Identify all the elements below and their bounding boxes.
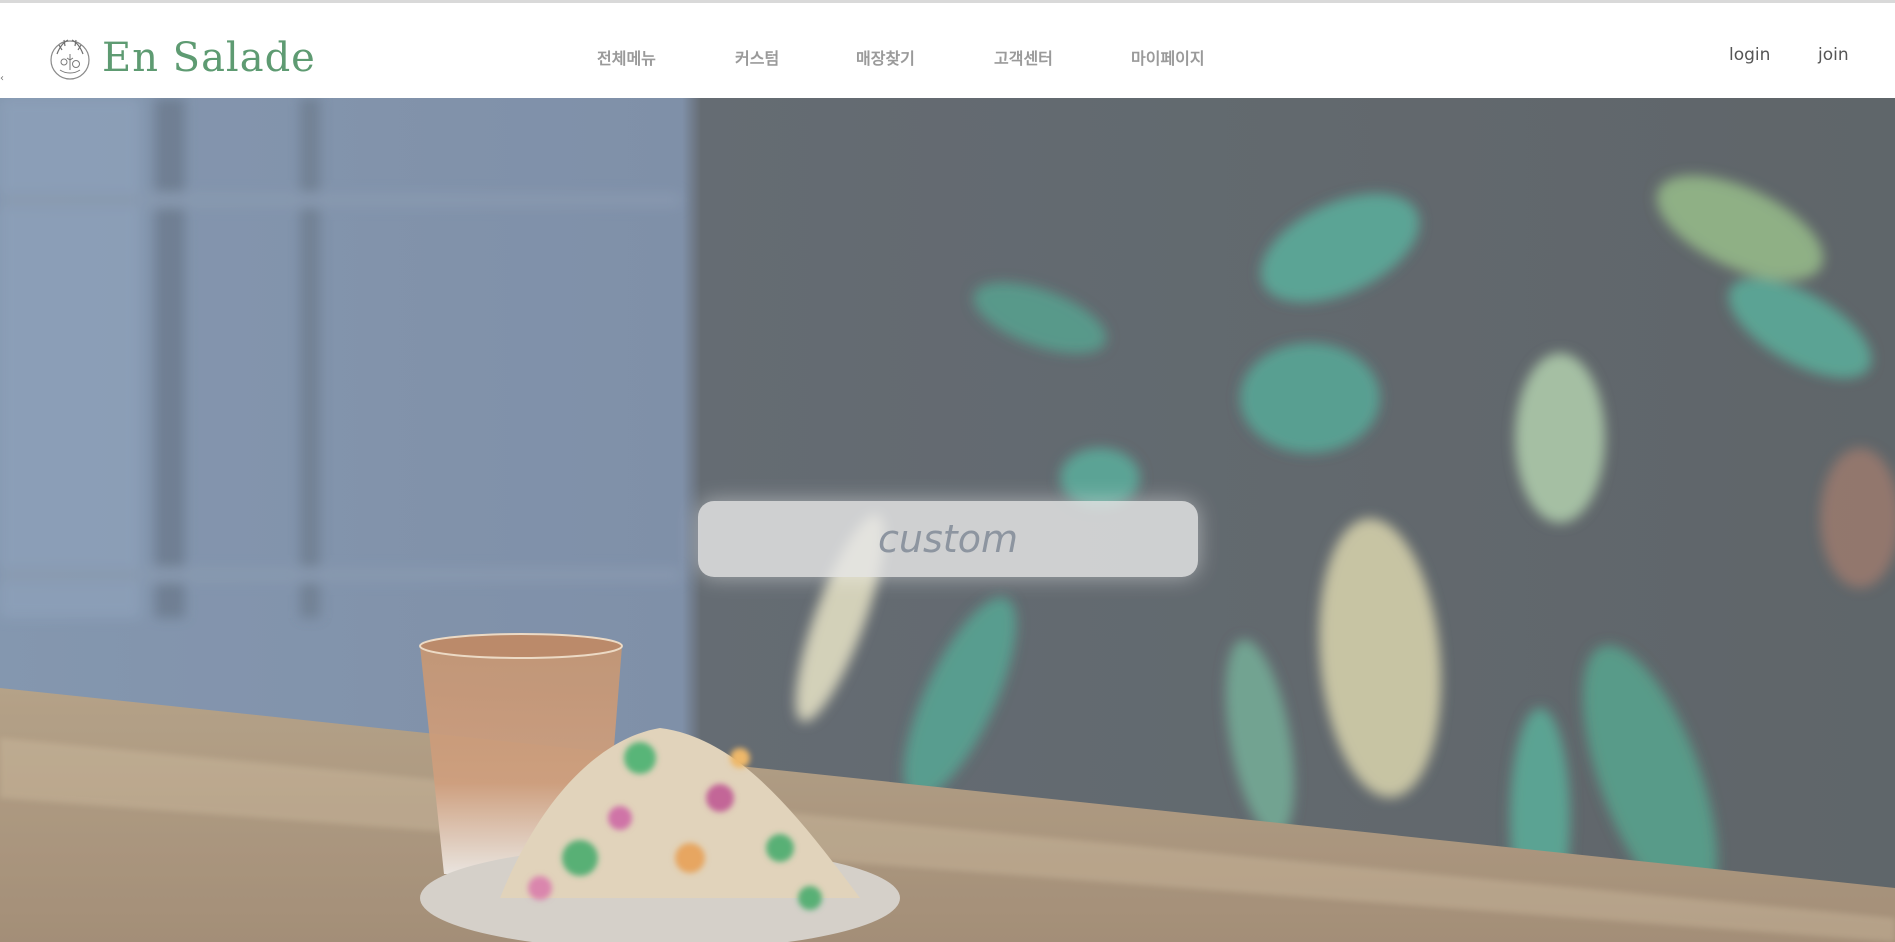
edge-marker: ‹	[0, 73, 4, 84]
floral-wreath-icon	[50, 39, 90, 80]
custom-cta-label: custom	[878, 517, 1018, 561]
nav-item-customer-center[interactable]: 고객센터	[994, 45, 1053, 69]
nav-item-all-menu[interactable]: 전체메뉴	[597, 45, 656, 69]
custom-cta-button[interactable]: custom	[698, 501, 1198, 577]
nav-item-my-page[interactable]: 마이페이지	[1131, 45, 1205, 69]
join-link[interactable]: join	[1818, 45, 1849, 65]
site-header: ‹ En Salade 전체메뉴 커스텀 매장찾기 고객센터 마이페이지 log…	[0, 3, 1895, 98]
hero-banner: custom	[0, 98, 1895, 942]
brand-logo[interactable]: En Salade	[48, 30, 316, 86]
nav-item-custom[interactable]: 커스텀	[735, 45, 779, 69]
nav-item-store-finder[interactable]: 매장찾기	[856, 45, 915, 69]
brand-name: En Salade	[102, 35, 316, 81]
login-link[interactable]: login	[1729, 45, 1770, 65]
